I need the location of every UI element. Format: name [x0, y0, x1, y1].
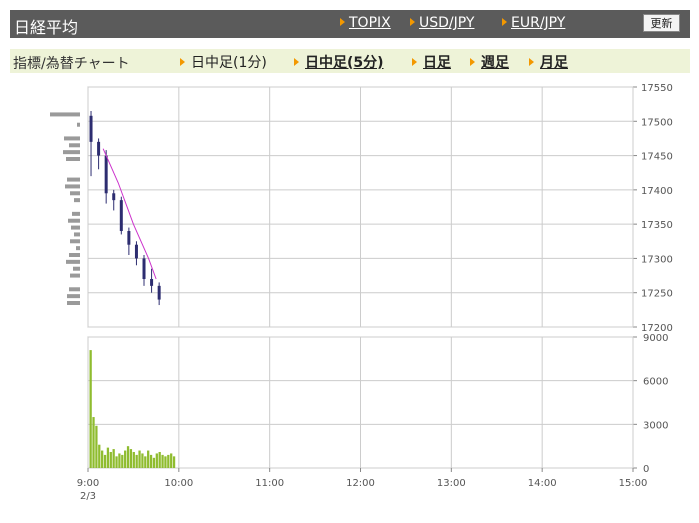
volume-bar: [118, 453, 121, 468]
volume-bar: [126, 446, 130, 468]
volume-tick-label: 0: [643, 464, 649, 475]
time-tick-label: 9:00: [77, 478, 99, 489]
price-tick-label: 17450: [641, 152, 673, 163]
candle-body: [89, 115, 93, 142]
volume-bar: [98, 444, 101, 468]
price-profile-bar: [69, 287, 80, 292]
price-profile-bar: [76, 246, 80, 251]
time-tick-label: 15:00: [619, 478, 648, 489]
price-profile-bar: [63, 150, 80, 155]
volume-bar: [164, 456, 167, 468]
price-profile-bar: [74, 232, 80, 237]
time-tick-label: 12:00: [346, 478, 375, 489]
volume-bar: [95, 425, 98, 468]
time-tick-label: 10:00: [164, 478, 193, 489]
volume-tick-label: 6000: [643, 377, 668, 388]
volume-bar: [161, 454, 164, 468]
candle-body: [142, 258, 146, 279]
price-profile-bar: [66, 157, 80, 161]
price-tick-label: 17500: [641, 117, 673, 128]
price-profile-bar: [64, 136, 80, 141]
price-profile-bar: [65, 184, 80, 189]
volume-tick-label: 3000: [643, 420, 668, 431]
volume-bar: [103, 454, 107, 468]
price-tick-label: 17550: [641, 83, 673, 94]
volume-bar: [152, 457, 156, 468]
price-profile-bar: [67, 177, 80, 182]
candle-body: [97, 141, 101, 156]
price-profile-bar: [50, 112, 80, 117]
volume-tick-label: 9000: [643, 333, 668, 344]
candle-body: [104, 155, 108, 194]
volume-bar: [132, 451, 135, 468]
volume-bar: [124, 450, 127, 468]
price-profile-bar: [71, 225, 80, 230]
volume-bar: [129, 449, 133, 468]
volume-bar: [172, 456, 176, 468]
price-tick-label: 17300: [641, 254, 673, 265]
candle-body: [150, 279, 154, 286]
price-profile-bar: [72, 211, 80, 216]
volume-bar: [147, 450, 150, 468]
volume-bar: [158, 451, 161, 468]
price-profile-bar: [70, 191, 80, 196]
time-tick-label: 13:00: [437, 478, 466, 489]
volume-bar: [92, 417, 95, 468]
price-profile-bar: [68, 218, 80, 223]
candle-body: [127, 231, 131, 245]
candle-body: [119, 200, 123, 231]
volume-bar: [155, 453, 158, 468]
volume-bar: [115, 456, 118, 468]
volume-bar: [121, 454, 124, 468]
price-profile-bar: [70, 239, 80, 244]
volume-bar: [170, 453, 173, 468]
volume-bar: [135, 454, 138, 468]
price-tick-label: 17250: [641, 289, 673, 300]
date-label: 2/3: [80, 491, 96, 502]
price-profile-bar: [77, 122, 80, 127]
volume-bar: [138, 450, 141, 468]
candle-body: [134, 244, 138, 259]
volume-bar: [144, 456, 147, 468]
volume-bar: [112, 449, 115, 468]
candle-body: [157, 285, 161, 300]
price-profile-bar: [69, 143, 80, 148]
time-tick-label: 11:00: [255, 478, 284, 489]
candle-body: [112, 193, 116, 201]
volume-bar: [101, 450, 104, 468]
volume-bar: [149, 454, 153, 468]
volume-bar: [167, 454, 170, 468]
price-profile-bar: [69, 253, 80, 257]
price-tick-label: 17400: [641, 186, 673, 197]
stock-chart: 1755017500174501740017350173001725017200…: [50, 83, 673, 502]
price-profile-bar: [70, 273, 80, 278]
price-profile-bar: [73, 266, 80, 271]
volume-bar: [106, 447, 110, 468]
price-profile-bar: [67, 294, 80, 299]
volume-bar: [109, 451, 112, 468]
price-profile-bar: [67, 301, 80, 305]
price-profile-bar: [66, 259, 80, 264]
price-tick-label: 17350: [641, 220, 673, 231]
time-tick-label: 14:00: [528, 478, 557, 489]
price-profile-bar: [74, 198, 80, 203]
volume-bar: [89, 350, 92, 468]
volume-bar: [141, 453, 144, 468]
